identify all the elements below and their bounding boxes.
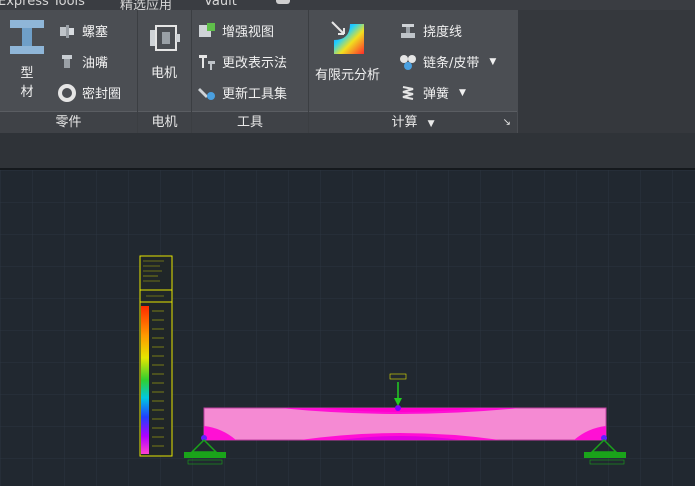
tab-extra-icon[interactable] [276, 0, 290, 4]
seal-ring-icon [58, 83, 76, 102]
i-beam-icon [10, 20, 44, 54]
calc-title-label: 计算 [391, 115, 418, 130]
fea-icon [330, 21, 364, 54]
grease-nipple-label: 油嘴 [82, 56, 109, 71]
profile-label-2: 材 [20, 85, 34, 100]
enhanced-view-icon [198, 22, 216, 40]
spring-label: 弹簧 [423, 87, 450, 102]
deflection-label: 挠度线 [423, 25, 463, 40]
plug-button[interactable]: 螺塞 [58, 21, 108, 40]
change-representation-label: 更改表示法 [222, 56, 288, 71]
spring-button[interactable]: 弹簧 ▼ [399, 83, 466, 102]
profile-button[interactable]: 型 材 [6, 18, 48, 103]
ribbon: 型 材 螺塞 油嘴 密封圈 零件 电机 电机 增强视图 更改表示法 更新工具集 … [0, 10, 518, 133]
panel-title-calc[interactable]: 计算 ▼ ↘ [309, 111, 517, 133]
update-toolset-button[interactable]: 更新工具集 [198, 83, 287, 102]
spring-dropdown-icon[interactable]: ▼ [459, 88, 466, 98]
seal-ring-label: 密封圈 [82, 87, 122, 102]
update-toolset-label: 更新工具集 [222, 87, 288, 102]
profile-label-1: 型 [20, 66, 34, 81]
motor-label: 电机 [150, 66, 177, 81]
enhanced-view-label: 增强视图 [222, 25, 275, 40]
fea-label: 有限元分析 [315, 68, 381, 83]
beam-stress-plot [201, 405, 607, 441]
panel-launcher-icon[interactable]: ↘ [503, 112, 511, 133]
enhanced-view-button[interactable]: 增强视图 [198, 21, 274, 40]
tab-express-tools[interactable]: Express Tools [0, 0, 85, 9]
drawing-canvas[interactable] [0, 170, 695, 486]
plug-label: 螺塞 [82, 25, 109, 40]
ribbon-empty-area [518, 10, 695, 133]
update-toolset-icon [198, 84, 216, 102]
deflection-button[interactable]: 挠度线 [399, 21, 462, 40]
spring-icon [399, 84, 417, 102]
chain-belt-icon [399, 53, 417, 71]
grease-nipple-button[interactable]: 油嘴 [58, 52, 108, 71]
calc-title-dropdown-icon[interactable]: ▼ [428, 119, 435, 129]
chain-belt-button[interactable]: 链条/皮带 ▼ [399, 52, 496, 71]
toolbar-strip [0, 133, 695, 168]
seal-ring-button[interactable]: 密封圈 [58, 83, 121, 102]
panel-motor: 电机 电机 [138, 10, 192, 133]
chain-belt-dropdown-icon[interactable]: ▼ [489, 57, 496, 67]
change-representation-icon [198, 53, 216, 71]
panel-title-motor: 电机 [138, 111, 191, 133]
chain-belt-label: 链条/皮带 [423, 56, 480, 71]
change-representation-button[interactable]: 更改表示法 [198, 52, 287, 71]
panel-parts: 型 材 螺塞 油嘴 密封圈 零件 [0, 10, 138, 133]
ribbon-tab-strip: Express Tools 精选应用 Vault [0, 0, 695, 10]
deflection-icon [399, 22, 417, 40]
fea-button[interactable]: 有限元分析 [315, 18, 380, 83]
motor-icon [150, 25, 180, 51]
tab-featured-apps[interactable]: 精选应用 [120, 0, 172, 10]
panel-calc: 有限元分析 挠度线 链条/皮带 ▼ 弹簧 ▼ 计算 ▼ ↘ [309, 10, 517, 133]
motor-button[interactable]: 电机 [146, 22, 182, 81]
fea-result-drawing [0, 170, 695, 486]
panel-tools: 增强视图 更改表示法 更新工具集 工具 [192, 10, 309, 133]
panel-title-parts: 零件 [0, 111, 137, 133]
panel-title-tools: 工具 [192, 111, 308, 133]
grease-nipple-icon [58, 53, 76, 71]
plug-icon [58, 22, 76, 40]
stress-legend [139, 255, 173, 457]
tab-vault[interactable]: Vault [204, 0, 237, 9]
